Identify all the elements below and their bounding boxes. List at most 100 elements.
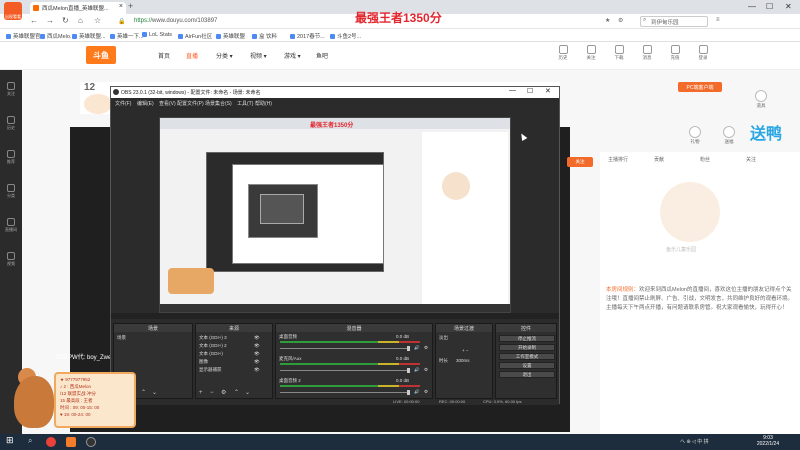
- bookmark-item[interactable]: 英雄联盟...: [72, 32, 106, 40]
- obs-control-button[interactable]: 开始录制: [499, 344, 555, 351]
- visibility-eye-icon[interactable]: 👁: [254, 359, 260, 365]
- volume-slider[interactable]: [280, 390, 410, 395]
- visibility-eye-icon[interactable]: 👁: [254, 367, 260, 373]
- source-down-icon[interactable]: ⌄: [245, 389, 250, 396]
- browser-tab[interactable]: 西瓜Melon直播_英雄联盟... ×: [30, 2, 126, 14]
- site-nav-item[interactable]: 鱼吧: [316, 51, 328, 60]
- new-tab-button[interactable]: +: [128, 1, 133, 11]
- source-item[interactable]: 文本 (GDI+) 2: [199, 343, 227, 349]
- home-icon[interactable]: ⌂: [78, 16, 83, 25]
- bookmark-item[interactable]: 西瓜Melo...: [40, 32, 75, 40]
- volume-slider[interactable]: [280, 368, 410, 373]
- search-taskbar-icon[interactable]: ⌕: [28, 436, 38, 446]
- bookmark-item[interactable]: AirFun社区: [178, 32, 212, 40]
- right-action-icon[interactable]: 道具: [750, 90, 772, 109]
- site-nav-item[interactable]: 视频 ▾: [250, 51, 267, 60]
- douyu-logo[interactable]: 斗鱼: [86, 46, 116, 64]
- gear-icon[interactable]: ⚙: [424, 389, 428, 395]
- site-nav-item[interactable]: 首页: [158, 51, 170, 60]
- obs-control-button[interactable]: 停止推流: [499, 335, 555, 342]
- header-icon-button[interactable]: 历史: [552, 45, 574, 61]
- obs-control-button[interactable]: 设置: [499, 362, 555, 369]
- volume-slider-knob[interactable]: [407, 368, 410, 373]
- window-minimize-button[interactable]: —: [748, 2, 756, 11]
- chrome-taskbar-icon[interactable]: [46, 437, 56, 447]
- anchor-avatar[interactable]: [84, 94, 112, 114]
- bookmark-item[interactable]: 盒 饮料: [252, 32, 277, 40]
- scene-item[interactable]: 场景: [117, 335, 126, 341]
- left-nav-item[interactable]: 推荐: [3, 150, 19, 165]
- volume-slider-knob[interactable]: [407, 346, 410, 351]
- extension-icon[interactable]: ⚙: [618, 17, 623, 24]
- back-arrow-icon[interactable]: ←: [30, 16, 38, 25]
- left-nav-item[interactable]: 视频: [3, 252, 19, 267]
- reload-icon[interactable]: ↻: [62, 16, 69, 25]
- window-maximize-button[interactable]: ☐: [766, 2, 773, 11]
- header-icon-button[interactable]: 充值: [664, 45, 686, 61]
- source-item[interactable]: 显示器捕获: [199, 367, 222, 373]
- left-nav-item[interactable]: 历史: [3, 116, 19, 131]
- search-input[interactable]: ⌕ 到伊甸乐园: [640, 16, 708, 27]
- left-nav-item[interactable]: 分类: [3, 184, 19, 199]
- obs-preview[interactable]: 最强王者1350分: [159, 117, 511, 313]
- bookmark-item[interactable]: 英雄一下...: [110, 32, 144, 40]
- source-item[interactable]: 文本 (GDI+): [199, 351, 223, 357]
- ranking-tab[interactable]: 贡献: [654, 156, 664, 163]
- obs-taskbar-icon[interactable]: [86, 437, 96, 447]
- visibility-eye-icon[interactable]: 👁: [254, 335, 260, 341]
- move-up-icon[interactable]: ⌃: [141, 389, 146, 396]
- obs-menu-item[interactable]: 文件(F): [115, 100, 131, 107]
- visibility-eye-icon[interactable]: 👁: [254, 351, 260, 357]
- gear-icon[interactable]: ⚙: [424, 345, 428, 351]
- browser-app-icon[interactable]: 出现看看: [4, 2, 22, 20]
- site-nav-item[interactable]: 直播: [186, 51, 198, 60]
- bookmark-item[interactable]: 2017春节...: [290, 32, 325, 40]
- source-item[interactable]: 文本 (GDI+) 3: [199, 335, 227, 341]
- header-icon-button[interactable]: 消息: [636, 45, 658, 61]
- source-settings-icon[interactable]: ⚙: [221, 389, 226, 396]
- obs-menu-item[interactable]: 场景集合(S): [205, 100, 232, 107]
- header-icon-button[interactable]: 登录: [692, 45, 714, 61]
- move-down-icon[interactable]: ⌄: [152, 389, 157, 396]
- speaker-icon[interactable]: 🔊: [414, 345, 420, 351]
- remove-source-icon[interactable]: −: [210, 390, 214, 396]
- pc-client-button[interactable]: PC端客户端: [678, 82, 722, 92]
- window-close-button[interactable]: ✕: [785, 2, 792, 11]
- right-action-icon[interactable]: 送福: [718, 126, 740, 145]
- volume-slider-knob[interactable]: [407, 390, 410, 395]
- site-nav-item[interactable]: 游戏 ▾: [284, 51, 301, 60]
- site-nav-item[interactable]: 分类 ▾: [216, 51, 233, 60]
- ranking-tab[interactable]: 关注: [746, 156, 756, 163]
- star-bookmark-icon[interactable]: ☆: [94, 16, 101, 25]
- browser-taskbar-icon[interactable]: [66, 437, 76, 447]
- header-icon-button[interactable]: 下载: [608, 45, 630, 61]
- speaker-icon[interactable]: 🔊: [414, 367, 420, 373]
- obs-maximize-button[interactable]: ☐: [527, 87, 533, 95]
- source-up-icon[interactable]: ⌃: [234, 389, 239, 396]
- ranking-tab[interactable]: 粉丝: [700, 156, 710, 163]
- left-nav-item[interactable]: 关注: [3, 82, 19, 97]
- visibility-eye-icon[interactable]: 👁: [254, 343, 260, 349]
- ranking-tab[interactable]: 主播排行: [608, 156, 628, 163]
- windows-start-icon[interactable]: ⊞: [6, 435, 16, 445]
- follow-button[interactable]: 关注: [567, 157, 593, 167]
- right-action-icon[interactable]: 礼物: [684, 126, 706, 145]
- forward-arrow-icon[interactable]: →: [46, 16, 54, 25]
- obs-minimize-button[interactable]: —: [509, 87, 516, 94]
- obs-menu-item[interactable]: 查看(V): [159, 100, 176, 107]
- star-icon[interactable]: ★: [605, 17, 610, 24]
- transition-type[interactable]: 淡出: [439, 335, 448, 341]
- obs-control-button[interactable]: 工作室模式: [499, 353, 555, 360]
- url-input[interactable]: https://www.douyu.com/103897: [126, 16, 376, 27]
- add-transition-icon[interactable]: + −: [462, 348, 469, 353]
- volume-slider[interactable]: [280, 346, 410, 351]
- obs-control-button[interactable]: 退出: [499, 371, 555, 378]
- left-nav-item[interactable]: 直播间: [3, 218, 19, 233]
- bookmark-item[interactable]: 斗鱼2号...: [330, 32, 361, 40]
- menu-icon[interactable]: ≡: [716, 17, 720, 23]
- source-item[interactable]: 图像: [199, 359, 208, 365]
- obs-menu-item[interactable]: 配置文件(P): [177, 100, 204, 107]
- obs-menu-item[interactable]: 帮助(H): [255, 100, 272, 107]
- duration-input[interactable]: 300ms: [456, 358, 470, 363]
- add-source-icon[interactable]: +: [199, 390, 203, 396]
